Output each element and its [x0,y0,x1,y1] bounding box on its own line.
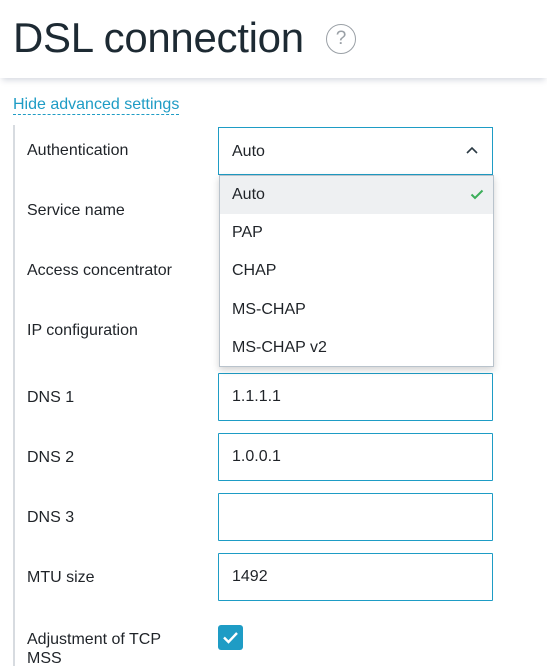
tcp-mss-checkbox[interactable] [218,625,243,650]
ip-configuration-label: IP configuration [27,322,138,339]
authentication-label: Authentication [27,142,129,159]
option-label: PAP [232,224,263,241]
option-label: Auto [232,186,265,203]
service-name-label: Service name [27,202,125,219]
dropdown-option-ms-chap-v2[interactable]: MS-CHAP v2 [220,329,493,367]
checkmark-icon [223,632,238,644]
dns2-label: DNS 2 [27,449,75,466]
dropdown-option-ms-chap[interactable]: MS-CHAP [220,291,493,329]
check-icon [470,189,484,200]
authentication-dropdown-menu: Auto PAP CHAP MS-CHAP MS-CHAP v2 [219,175,494,367]
authentication-select-value: Auto [232,143,265,160]
mtu-size-input[interactable] [218,553,493,601]
option-label: MS-CHAP [232,301,306,318]
dns3-input[interactable] [218,493,493,541]
mtu-size-label: MTU size [27,569,95,586]
dns1-input[interactable] [218,373,493,421]
option-label: CHAP [232,262,277,279]
tcp-mss-label-line1: Adjustment of TCP [27,631,161,648]
dropdown-option-chap[interactable]: CHAP [220,252,493,290]
page-header: DSL connection ? [0,0,547,78]
access-concentrator-label: Access concentrator [27,262,172,279]
authentication-select[interactable]: Auto [218,127,493,175]
dropdown-option-pap[interactable]: PAP [220,214,493,252]
dropdown-option-auto[interactable]: Auto [220,176,493,214]
page-title: DSL connection [13,14,304,61]
dns2-input[interactable] [218,433,493,481]
dns3-label: DNS 3 [27,509,75,526]
hide-advanced-settings-link[interactable]: Hide advanced settings [13,95,180,115]
help-icon[interactable]: ? [326,24,356,54]
tcp-mss-label-line2: MSS [27,650,62,666]
chevron-up-icon [466,146,478,154]
section-divider-line [13,125,15,666]
option-label: MS-CHAP v2 [232,339,327,356]
dns1-label: DNS 1 [27,389,75,406]
